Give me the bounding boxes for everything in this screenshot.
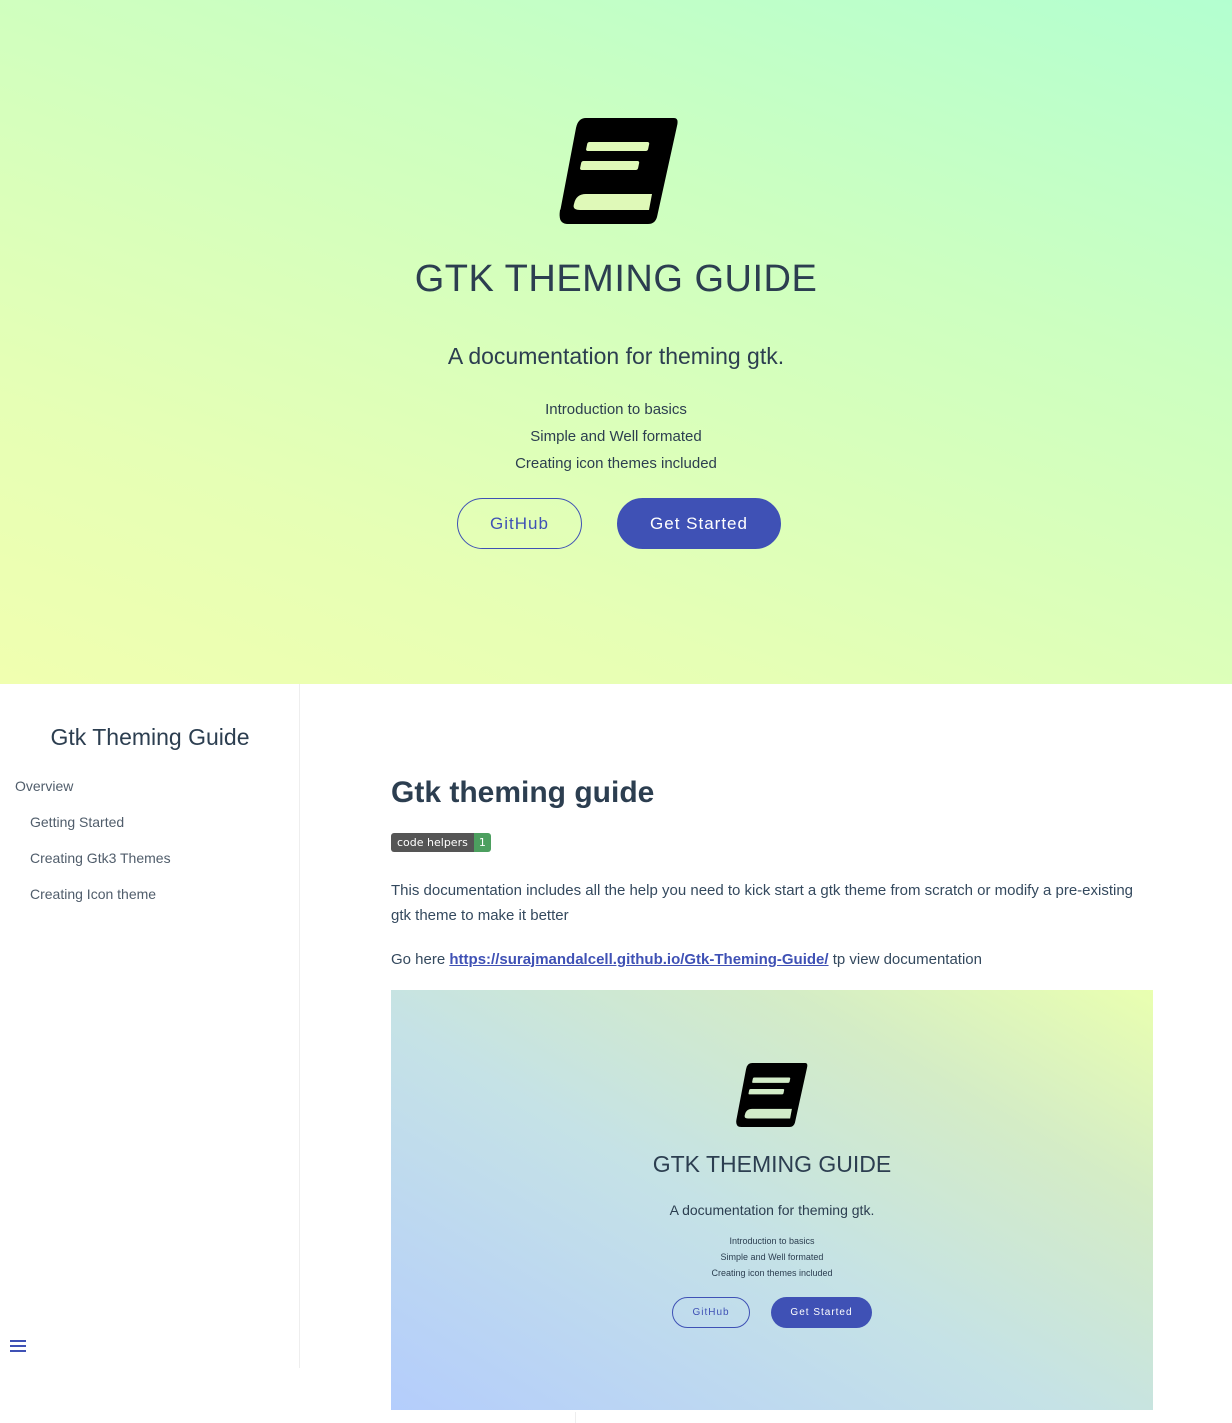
feature-item: Simple and Well formated <box>530 428 702 445</box>
preview-tagline: A documentation for theming gtk. <box>669 1202 875 1218</box>
cover-buttons: GitHub Get Started <box>0 498 1232 549</box>
documentation-link[interactable]: https://surajmandalcell.github.io/Gtk-Th… <box>449 951 828 968</box>
github-button[interactable]: GitHub <box>457 498 582 549</box>
book-icon <box>559 118 678 224</box>
feature-item: Introduction to basics <box>545 401 687 418</box>
sidebar-item-creating-icon-theme[interactable]: Creating Icon theme <box>15 884 171 920</box>
preview-title: GTK THEMING GUIDE <box>652 1151 892 1177</box>
sidebar-item-creating-gtk3-themes[interactable]: Creating Gtk3 Themes <box>15 848 171 884</box>
badge-label: code helpers <box>391 833 474 852</box>
sidebar-nav: Overview Getting Started Creating Gtk3 T… <box>15 776 171 920</box>
hamburger-menu-icon[interactable] <box>10 1340 26 1354</box>
page-title: Gtk theming guide <box>391 776 655 809</box>
divider <box>575 1412 576 1423</box>
cover-tagline: A documentation for theming gtk. <box>447 343 785 369</box>
preview-feature-item: Introduction to basics <box>729 1236 815 1246</box>
feature-list: Introduction to basics Simple and Well f… <box>0 396 1232 477</box>
preview-screenshot: GTK THEMING GUIDE A documentation for th… <box>391 990 1153 1410</box>
go-here-paragraph: Go here https://surajmandalcell.github.i… <box>391 947 1153 972</box>
badge-count: 1 <box>473 833 491 852</box>
sidebar: Gtk Theming Guide Overview Getting Start… <box>0 684 300 1368</box>
preview-github-button: GitHub <box>672 1297 750 1328</box>
sidebar-title[interactable]: Gtk Theming Guide <box>0 724 300 751</box>
code-helpers-badge[interactable]: code helpers 1 <box>391 833 491 852</box>
go-here-prefix: Go here <box>391 951 450 968</box>
preview-feature-list: Introduction to basics Simple and Well f… <box>391 1233 1153 1281</box>
intro-paragraph: This documentation includes all the help… <box>391 882 1134 924</box>
sidebar-item-overview[interactable]: Overview <box>15 776 171 812</box>
sidebar-item-getting-started[interactable]: Getting Started <box>15 812 171 848</box>
cover-title: GTK THEMING GUIDE <box>414 258 818 300</box>
preview-get-started-button: Get Started <box>771 1297 872 1328</box>
preview-feature-item: Creating icon themes included <box>711 1268 833 1278</box>
go-here-suffix: tp view documentation <box>828 951 982 968</box>
book-icon <box>736 1063 808 1127</box>
preview-feature-item: Simple and Well formated <box>720 1252 824 1262</box>
feature-item: Creating icon themes included <box>515 455 717 472</box>
get-started-button[interactable]: Get Started <box>617 498 781 549</box>
cover-section: GTK THEMING GUIDE A documentation for th… <box>0 0 1232 684</box>
